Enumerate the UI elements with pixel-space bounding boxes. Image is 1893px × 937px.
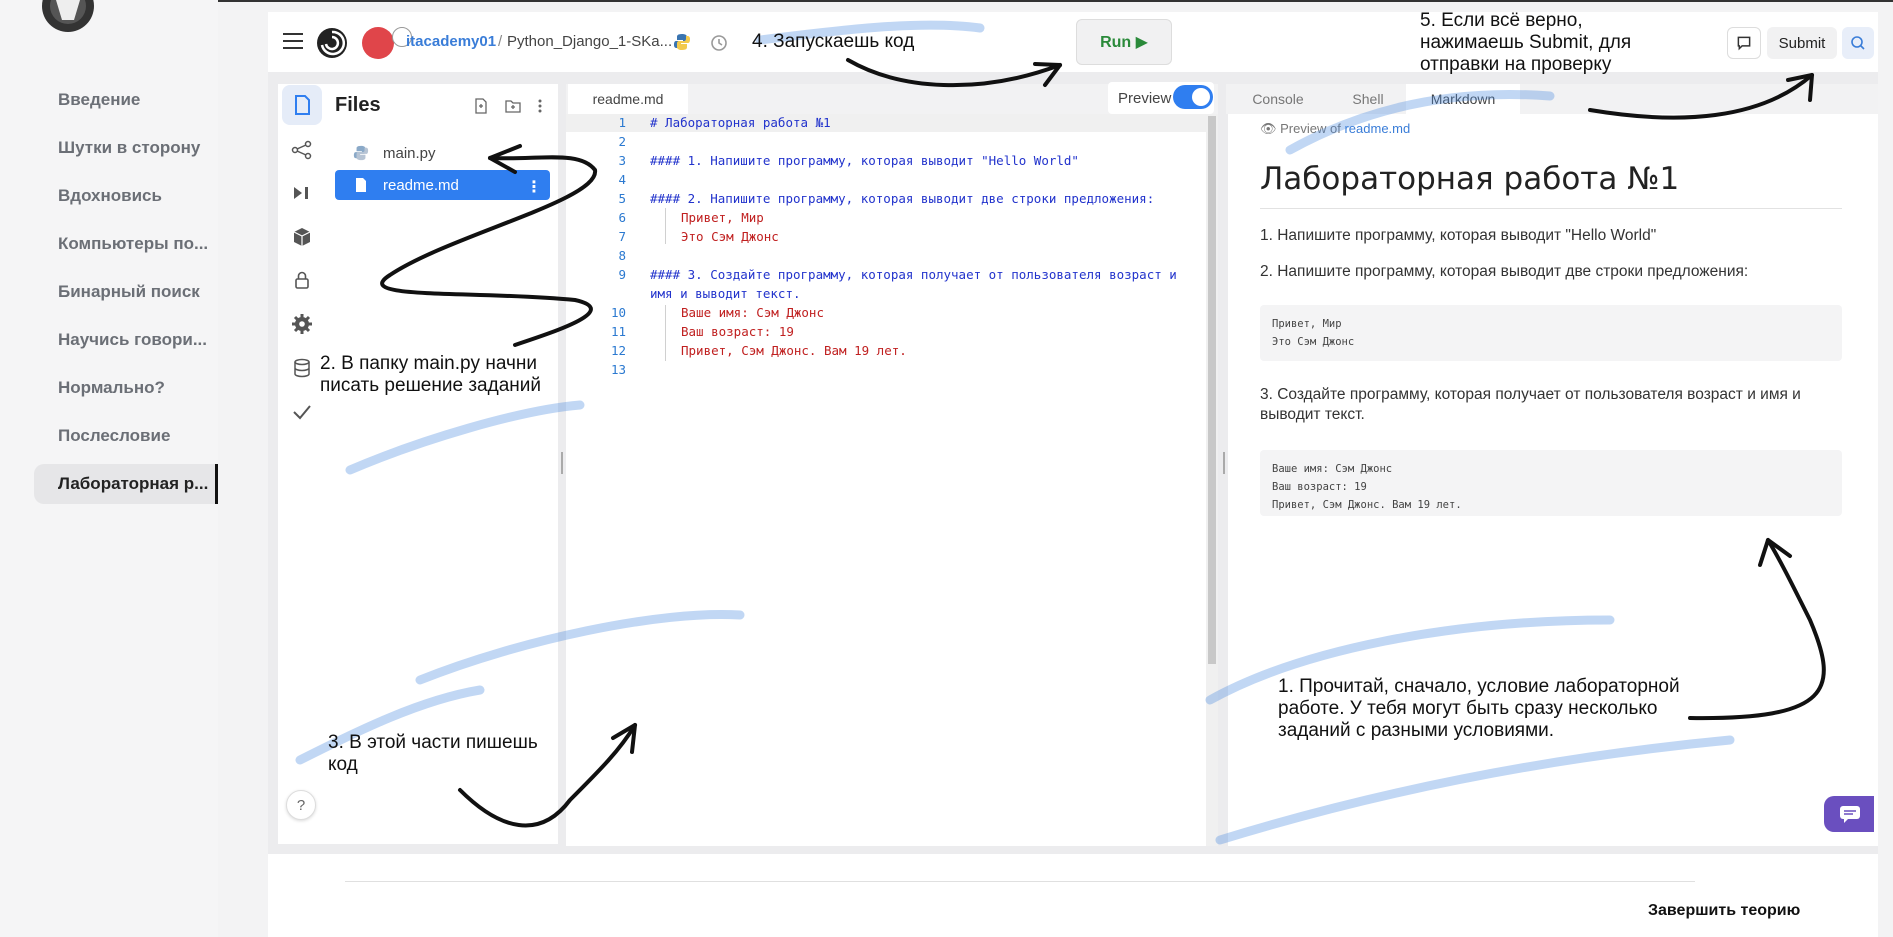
repl-name[interactable]: Python_Django_1-SKa... <box>507 33 672 50</box>
finish-theory-button[interactable]: Завершить теорию <box>1648 902 1800 920</box>
help-button[interactable]: ? <box>286 790 316 820</box>
code-line[interactable]: Ваше имя: Сэм Джонс <box>681 305 824 320</box>
annotation-step-3: 3. В этой части пишешь код <box>328 732 538 775</box>
user-link[interactable]: itacademy01 <box>406 33 496 50</box>
user-avatar[interactable] <box>362 27 394 59</box>
files-icon[interactable] <box>282 85 322 125</box>
line-number: 6 <box>618 210 626 225</box>
file-name: readme.md <box>383 176 459 194</box>
lesson-item[interactable]: Введение <box>34 80 218 120</box>
tab-console[interactable]: Console <box>1226 84 1330 114</box>
footer-divider <box>345 881 1695 882</box>
editor-scroll-thumb[interactable] <box>1208 116 1216 664</box>
line-number: 9 <box>618 267 626 282</box>
code-line[interactable]: Привет, Сэм Джонс. Вам 19 лет. <box>681 343 907 358</box>
line-number: 2 <box>618 134 626 149</box>
tab-markdown[interactable]: Markdown <box>1406 84 1520 114</box>
preview-of-prefix: Preview of <box>1280 121 1341 136</box>
code-block-1: Привет, Мир Это Сэм Джонс <box>1260 305 1842 361</box>
annotation-step-4: 4. Запускаешь код <box>752 31 915 52</box>
file-menu-icon[interactable]: ⋮ <box>526 177 542 197</box>
lesson-item[interactable]: Научись говори... <box>34 320 218 360</box>
preview-toggle[interactable] <box>1173 85 1213 109</box>
chat-bubble-icon[interactable] <box>1824 796 1874 832</box>
preview-of-line: 👁 Preview of readme.md <box>1260 121 1410 137</box>
secrets-lock-icon[interactable] <box>290 268 314 292</box>
task-3-text: 3. Создайте программу, которая получает … <box>1260 386 1801 423</box>
code-line[interactable]: #### 2. Напишите программу, которая выво… <box>650 191 1154 206</box>
database-icon[interactable] <box>290 356 314 380</box>
run-button[interactable]: Run ▶ <box>1076 19 1172 65</box>
line-number: 3 <box>618 153 626 168</box>
lesson-item[interactable]: Компьютеры по... <box>34 224 218 264</box>
code-block-2: Ваше имя: Сэм Джонс Ваш возраст: 19 Прив… <box>1260 450 1842 516</box>
code-line[interactable]: Привет, Мир <box>681 210 764 225</box>
tab-shell[interactable]: Shell <box>1330 84 1406 114</box>
python-icon <box>674 34 690 50</box>
indent-guide <box>665 305 666 361</box>
feedback-icon[interactable] <box>1727 27 1761 59</box>
line-number: 1 <box>618 115 626 130</box>
document-file-icon <box>356 178 366 192</box>
task-1-text: 1. Напишите программу, которая выводит "… <box>1260 227 1657 244</box>
code-editor[interactable] <box>566 114 1206 846</box>
top-border <box>0 0 1893 2</box>
line-number: 13 <box>610 362 626 377</box>
checkmark-icon[interactable] <box>290 400 314 424</box>
debugger-icon[interactable] <box>290 181 314 205</box>
code-line[interactable]: Ваш возраст: 19 <box>681 324 794 339</box>
annotation-step-5: 5. Если всё верно, нажимаешь Submit, для… <box>1420 10 1632 75</box>
code-line[interactable]: Это Сэм Джонс <box>681 229 779 244</box>
code-line[interactable]: # Лабораторная работа №1 <box>650 115 831 130</box>
new-folder-icon[interactable] <box>505 100 521 113</box>
git-icon[interactable] <box>290 138 314 162</box>
indent-guide <box>665 208 666 244</box>
replit-logo-icon[interactable] <box>316 27 348 59</box>
settings-gear-icon[interactable] <box>290 312 314 336</box>
menu-icon[interactable] <box>283 33 303 49</box>
resize-handle[interactable] <box>1223 452 1225 474</box>
lesson-item[interactable]: Лабораторная р... <box>34 464 218 504</box>
history-icon[interactable] <box>709 33 729 53</box>
code-line[interactable]: #### 3. Создайте программу, которая полу… <box>650 267 1177 282</box>
more-options-icon[interactable] <box>538 99 542 113</box>
task-2-text: 2. Напишите программу, которая выводит д… <box>1260 263 1749 280</box>
line-number: 5 <box>618 191 626 206</box>
files-title: Files <box>335 94 381 116</box>
files-actions <box>475 98 542 114</box>
submit-button[interactable]: Submit <box>1767 27 1837 59</box>
lesson-item[interactable]: Нормально? <box>34 368 218 408</box>
eye-icon: 👁 <box>1260 121 1277 136</box>
lesson-item[interactable]: Бинарный поиск <box>34 272 218 312</box>
line-number: 8 <box>618 248 626 263</box>
preview-file-link[interactable]: readme.md <box>1344 121 1410 136</box>
lesson-item[interactable]: Вдохновись <box>34 176 218 216</box>
course-logo-icon <box>42 0 94 32</box>
line-number: 4 <box>618 172 626 187</box>
tab-readme-md[interactable]: readme.md <box>568 84 688 114</box>
line-number: 10 <box>610 305 626 320</box>
breadcrumb-separator: / <box>498 33 503 50</box>
packages-icon[interactable] <box>290 225 314 249</box>
line-number: 7 <box>618 229 626 244</box>
lesson-item[interactable]: Послесловие <box>34 416 218 456</box>
file-item-main-py[interactable]: main.py <box>335 138 550 168</box>
markdown-heading: Лабораторная работа №1 <box>1260 161 1680 197</box>
annotation-step-1: 1. Прочитай, сначало, условие лабораторн… <box>1278 676 1680 741</box>
code-line[interactable]: имя и выводит текст. <box>650 286 801 301</box>
course-sidebar: Введение Шутки в сторону Вдохновись Компьют… <box>0 0 218 937</box>
python-file-icon <box>353 145 369 161</box>
search-icon[interactable] <box>1842 27 1874 59</box>
line-number: 11 <box>610 324 626 339</box>
annotation-step-2: 2. В папку main.py начни писать решение … <box>320 353 541 396</box>
code-line[interactable]: #### 1. Напишите программу, которая выво… <box>650 153 1079 168</box>
file-item-readme-md[interactable]: readme.md ⋮ <box>335 170 550 200</box>
new-file-icon[interactable] <box>475 98 487 114</box>
lesson-item[interactable]: Шутки в сторону <box>34 128 218 168</box>
heading-divider <box>1260 208 1842 209</box>
line-number: 12 <box>610 343 626 358</box>
preview-label: Preview <box>1118 90 1172 107</box>
resize-handle[interactable] <box>561 452 563 474</box>
file-name: main.py <box>383 144 436 162</box>
